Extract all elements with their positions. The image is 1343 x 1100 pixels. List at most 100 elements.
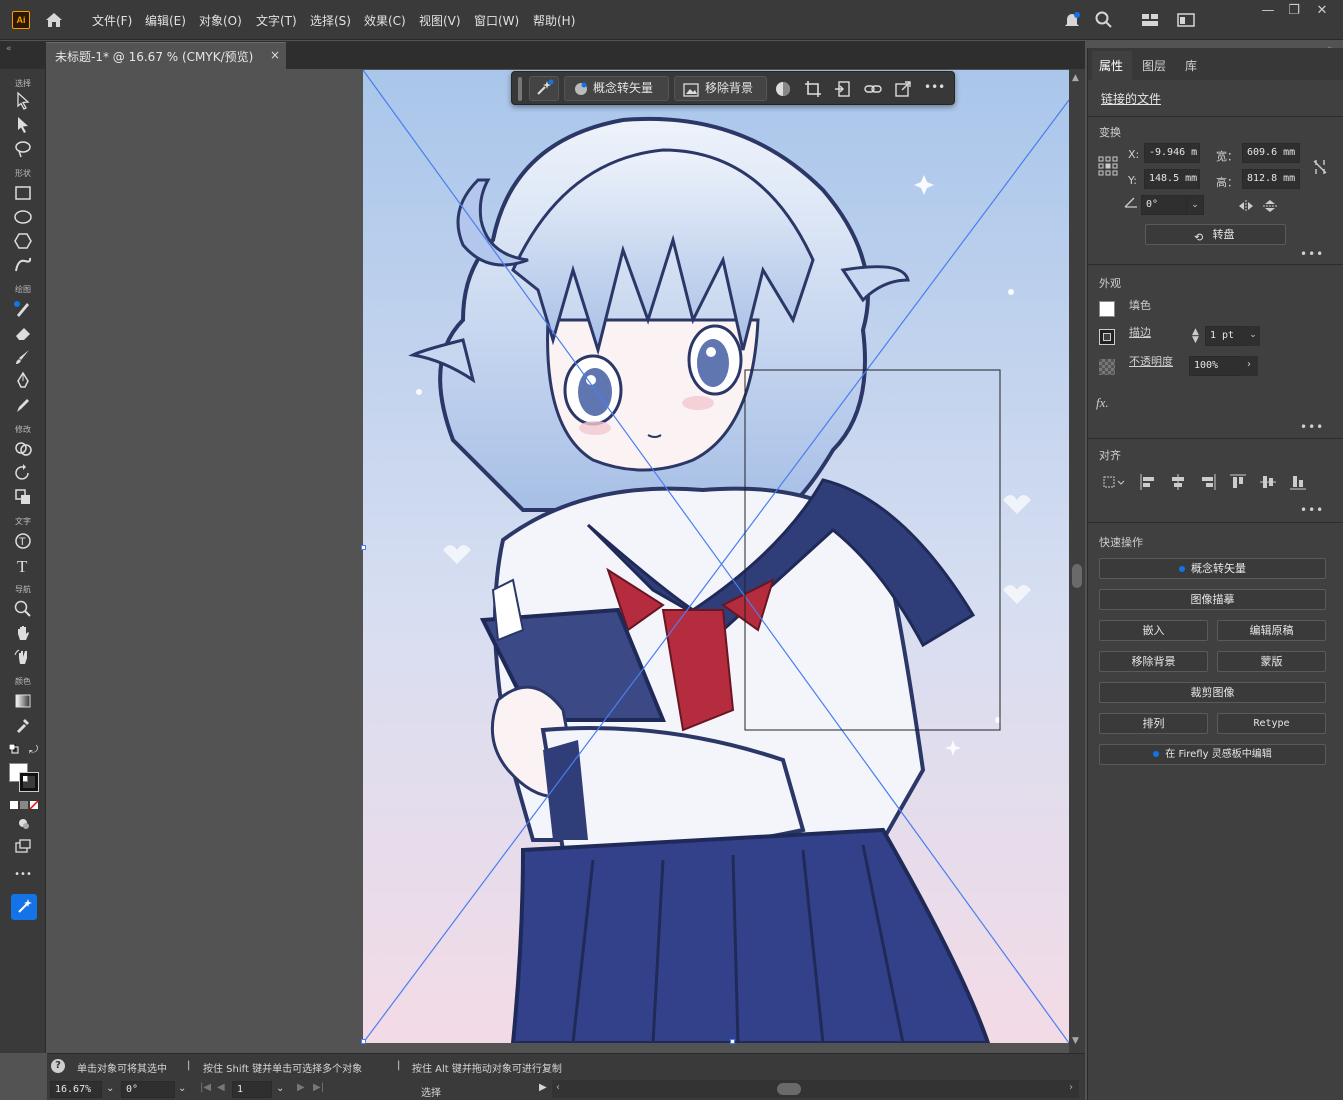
- embed-button[interactable]: 嵌入: [1099, 620, 1208, 641]
- menu-window[interactable]: 窗口(W): [474, 12, 519, 29]
- menu-object[interactable]: 对象(O): [199, 12, 242, 29]
- color-mode-icons[interactable]: [10, 798, 39, 810]
- image-trace-button[interactable]: 图像描摹: [1099, 589, 1326, 610]
- crop-image-button[interactable]: 裁剪图像: [1099, 682, 1326, 703]
- draw-mode-icon[interactable]: [13, 813, 35, 833]
- embed-icon[interactable]: [834, 80, 852, 101]
- stroke-swatch[interactable]: [19, 772, 39, 792]
- align-bottom-icon[interactable]: [1290, 474, 1306, 493]
- status-menu-icon[interactable]: ▶: [539, 1082, 547, 1093]
- arrange-button[interactable]: 排列: [1099, 713, 1208, 734]
- view-rotation-input[interactable]: 0°: [121, 1081, 175, 1098]
- artboard[interactable]: [363, 70, 1069, 1043]
- scroll-down-icon[interactable]: ▼: [1072, 1036, 1079, 1046]
- menu-file[interactable]: 文件(F): [92, 12, 132, 29]
- mask-button[interactable]: 蒙版: [1217, 651, 1326, 672]
- shape-builder-tool-icon[interactable]: [13, 439, 35, 459]
- zoom-dropdown-icon[interactable]: ⌄: [106, 1083, 114, 1094]
- align-right-icon[interactable]: [1200, 474, 1216, 493]
- eraser-tool-icon[interactable]: [13, 323, 35, 343]
- transform-more-button[interactable]: •••: [1300, 247, 1324, 261]
- appearance-more-button[interactable]: •••: [1300, 420, 1324, 434]
- minimize-button[interactable]: —: [1256, 4, 1280, 20]
- screen-mode-icon[interactable]: [13, 837, 35, 857]
- gradient-tool-icon[interactable]: [13, 691, 35, 711]
- ellipse-tool-icon[interactable]: [13, 207, 35, 227]
- placed-image-anime-girl[interactable]: [363, 70, 1069, 1043]
- edit-toolbar-more[interactable]: •••: [0, 869, 46, 880]
- scroll-right-icon[interactable]: ›: [1069, 1082, 1073, 1093]
- align-left-icon[interactable]: [1140, 474, 1156, 493]
- x-input[interactable]: -9.946 m: [1144, 143, 1200, 163]
- rectangle-tool-icon[interactable]: [13, 183, 35, 203]
- polygon-tool-icon[interactable]: [13, 231, 35, 251]
- link-icon[interactable]: [864, 80, 882, 101]
- retype-button[interactable]: Retype: [1217, 713, 1326, 734]
- vectorize-button[interactable]: 概念转矢量: [564, 76, 669, 101]
- maximize-button[interactable]: ❐: [1282, 4, 1306, 20]
- first-artboard-icon[interactable]: |◀: [200, 1082, 211, 1093]
- hand-tool-icon[interactable]: [13, 623, 35, 643]
- pen-tool-icon[interactable]: [13, 371, 35, 391]
- stroke-weight-dropdown-icon[interactable]: ⌄: [1246, 326, 1260, 346]
- opacity-icon[interactable]: [1099, 359, 1115, 375]
- next-artboard-icon[interactable]: ▶: [297, 1082, 305, 1093]
- pencil-tool-icon[interactable]: [13, 299, 35, 319]
- selection-tool-icon[interactable]: [13, 91, 35, 111]
- artboard-number-input[interactable]: 1: [232, 1081, 272, 1098]
- opacity-input[interactable]: 100%: [1189, 356, 1241, 376]
- align-more-button[interactable]: •••: [1300, 503, 1324, 517]
- close-tab-icon[interactable]: ×: [270, 48, 280, 62]
- drag-handle[interactable]: [518, 77, 522, 101]
- transform-icon[interactable]: [894, 80, 912, 101]
- prev-artboard-icon[interactable]: ◀: [217, 1082, 225, 1093]
- crop-icon[interactable]: [804, 80, 822, 101]
- remove-background-quick-button[interactable]: 移除背景: [1099, 651, 1208, 672]
- fill-color-swatch[interactable]: [1099, 301, 1115, 317]
- scroll-left-icon[interactable]: ‹: [556, 1082, 560, 1093]
- last-artboard-icon[interactable]: ▶|: [313, 1082, 324, 1093]
- collapse-toolbar-icon[interactable]: «: [6, 44, 12, 54]
- y-input[interactable]: 148.5 mm: [1144, 169, 1200, 189]
- horizontal-scrollbar[interactable]: ‹ ›: [552, 1080, 1079, 1098]
- reference-point-icon[interactable]: [1098, 156, 1118, 179]
- zoom-level-input[interactable]: 16.67%: [50, 1081, 102, 1098]
- vectorize-quick-button[interactable]: 概念转矢量: [1099, 558, 1326, 579]
- bbox-handle-bottom[interactable]: [730, 1039, 735, 1044]
- tab-properties[interactable]: 属性: [1099, 57, 1123, 74]
- tab-libraries[interactable]: 库: [1185, 57, 1197, 74]
- align-to-icon[interactable]: [1102, 474, 1126, 493]
- eyedropper-tool-icon[interactable]: [13, 715, 35, 735]
- scroll-up-icon[interactable]: ▲: [1072, 73, 1079, 83]
- rotate-tool-icon[interactable]: [13, 463, 35, 483]
- stroke-color-swatch[interactable]: [1099, 329, 1115, 345]
- align-top-icon[interactable]: [1230, 474, 1246, 493]
- angle-dropdown-icon[interactable]: ⌄: [1186, 195, 1204, 215]
- type-tool-icon[interactable]: T: [13, 555, 35, 576]
- workspace-icon[interactable]: [1176, 10, 1196, 33]
- height-input[interactable]: 812.8 mm: [1242, 169, 1300, 189]
- width-input[interactable]: 609.6 mm: [1242, 143, 1300, 163]
- generative-ai-button[interactable]: [529, 76, 559, 101]
- fx-button[interactable]: fx.: [1096, 395, 1109, 411]
- default-colors-icon[interactable]: [8, 743, 19, 754]
- more-options-button[interactable]: •••: [924, 80, 945, 94]
- flip-horizontal-icon[interactable]: [1238, 199, 1254, 216]
- menu-view[interactable]: 视图(V): [419, 12, 461, 29]
- shaper-tool-icon[interactable]: [13, 255, 35, 275]
- menu-edit[interactable]: 编辑(E): [145, 12, 186, 29]
- artboard-dropdown-icon[interactable]: ⌄: [276, 1083, 284, 1094]
- help-icon[interactable]: ?: [51, 1059, 65, 1073]
- stroke-weight-input[interactable]: 1 pt: [1205, 326, 1247, 346]
- remove-background-button[interactable]: 移除背景: [674, 76, 767, 101]
- menu-select[interactable]: 选择(S): [310, 12, 351, 29]
- rotate-angle-input[interactable]: 0°: [1141, 195, 1187, 215]
- scale-tool-icon[interactable]: [13, 487, 35, 507]
- bbox-handle-bottom-left[interactable]: [361, 1039, 366, 1044]
- horizontal-scroll-thumb[interactable]: [777, 1083, 801, 1095]
- type-on-path-tool-icon[interactable]: T: [13, 531, 35, 551]
- notification-icon[interactable]: [1062, 10, 1082, 33]
- arrange-documents-icon[interactable]: [1140, 10, 1160, 33]
- linked-file-label[interactable]: 链接的文件: [1101, 90, 1161, 107]
- paintbrush-tool-icon[interactable]: [13, 347, 35, 367]
